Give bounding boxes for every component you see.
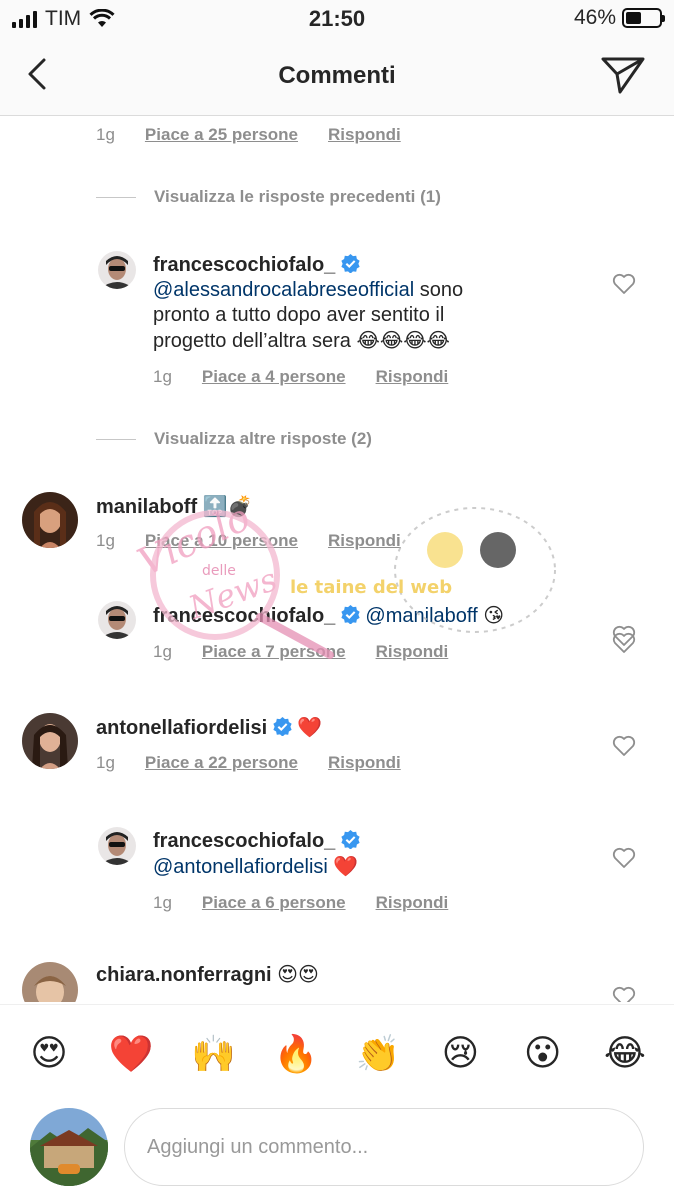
comments-list[interactable]: 1g Piace a 25 persone Rispondi Visualizz… [0,117,674,1002]
reply-button[interactable]: Rispondi [328,753,401,773]
current-user-avatar [30,1108,108,1186]
reaction-raising-hands-button[interactable]: 🙌 [191,1032,236,1076]
comment-body: francescochiofalo_ @antonellafiordelisi … [153,829,360,880]
comment-time: 1g [153,893,172,912]
comment-time: 1g [153,367,172,386]
emoji: ❤️ [297,715,323,739]
mention-link[interactable]: @antonellafiordelisi [153,856,328,878]
like-heart-icon[interactable] [612,986,636,1002]
navigation-header: Commenti [0,40,674,116]
comment-body: manilaboff 🔝💣 [96,494,253,520]
comment-body: francescochiofalo_ @alessandrocalabreseo… [153,253,543,354]
comment-time: 1g [96,531,115,550]
like-heart-icon[interactable] [612,735,636,757]
likes-link[interactable]: Piace a 10 persone [145,531,298,551]
divider-line [96,196,136,198]
emoji: 🔝💣 [202,494,253,518]
comment-meta: 1g Piace a 7 persone Rispondi [153,642,448,662]
comment-body: antonellafiordelisi ❤️ [96,715,322,741]
avatar[interactable] [22,962,78,1002]
username[interactable]: francescochiofalo_ [153,830,335,852]
avatar[interactable] [22,713,78,769]
reaction-surprised-face-button[interactable]: 😮 [521,1032,565,1076]
comment-body: chiara.nonferragni 😍😍 [96,962,319,988]
reaction-fire-button[interactable]: 🔥 [273,1032,318,1076]
username[interactable]: francescochiofalo_ [153,254,335,276]
comment-time: 1g [96,125,115,144]
clock: 21:50 [308,6,366,31]
mention-link[interactable]: @manilaboff [365,605,477,627]
view-previous-replies[interactable]: Visualizza le risposte precedenti (1) [96,187,441,207]
comment-text: sono [414,279,464,301]
view-more-replies[interactable]: Visualizza altre risposte (2) [96,429,372,449]
divider-line [96,438,136,440]
battery-icon [622,8,665,28]
username[interactable]: francescochiofalo_ [153,605,335,627]
reply-button[interactable]: Rispondi [376,642,449,662]
reply-button[interactable]: Rispondi [376,893,449,913]
comment-meta: 1g Piace a 4 persone Rispondi [153,367,448,387]
username[interactable]: manilaboff [96,496,197,518]
comment-meta: 1g Piace a 25 persone Rispondi [96,125,401,145]
avatar[interactable] [98,601,136,639]
verified-badge-icon [341,254,360,273]
like-heart-icon[interactable] [612,273,636,295]
battery-percent: 46% [573,6,616,29]
likes-link[interactable]: Piace a 4 persone [202,367,346,387]
likes-link[interactable]: Piace a 6 persone [202,893,346,913]
emoji: 😍😍 [277,962,319,986]
emoji-quick-reactions: 😍 ❤️ 🙌 🔥 👏 😢 😮 😂 [0,1004,674,1102]
reply-button[interactable]: Rispondi [328,531,401,551]
avatar[interactable] [22,492,78,548]
comment-meta: 1g Piace a 10 persone Rispondi [96,531,401,551]
emoji: 😘 [483,603,505,627]
status-bar: TIM 21:50 46% [0,0,674,40]
direct-send-icon[interactable] [600,54,646,96]
mention-link[interactable]: @alessandrocalabreseofficial [153,279,414,301]
reaction-heart-eyes-button[interactable]: 😍 [27,1032,71,1076]
reply-button[interactable]: Rispondi [376,367,449,387]
verified-badge-icon [273,717,292,736]
comment-body: francescochiofalo_ @manilaboff 😘 [153,603,504,629]
comment-time: 1g [153,642,172,661]
verified-badge-icon [341,605,360,624]
view-previous-replies-label[interactable]: Visualizza le risposte precedenti (1) [154,187,441,207]
likes-link[interactable]: Piace a 22 persone [145,753,298,773]
avatar[interactable] [98,251,136,289]
likes-link[interactable]: Piace a 25 persone [145,125,298,145]
reaction-crying-face-button[interactable]: 😢 [438,1032,482,1076]
comment-text: progetto dell’altra sera [153,330,351,352]
comment-composer [0,1102,674,1200]
comment-time: 1g [96,753,115,772]
comment-meta: 1g Piace a 6 persone Rispondi [153,893,448,913]
emoji: ❤️ [333,854,359,878]
view-more-replies-label[interactable]: Visualizza altre risposte (2) [154,429,372,449]
avatar[interactable] [98,827,136,865]
username[interactable]: antonellafiordelisi [96,717,267,739]
emoji: 😂😂😂😂 [356,328,450,352]
reaction-red-heart-button[interactable]: ❤️ [109,1032,154,1076]
battery-fill [626,12,641,24]
like-heart-icon[interactable] [612,847,636,869]
verified-badge-icon [341,830,360,849]
likes-link[interactable]: Piace a 7 persone [202,642,346,662]
status-right: 46% [573,6,665,30]
reaction-clapping-hands-button[interactable]: 👏 [356,1032,401,1076]
reply-button[interactable]: Rispondi [328,125,401,145]
reaction-tears-of-joy-button[interactable]: 😂 [603,1032,647,1076]
comment-input[interactable] [124,1108,644,1186]
page-title: Commenti [278,62,396,89]
comment-text: pronto a tutto dopo aver sentito il [153,304,445,326]
username[interactable]: chiara.nonferragni [96,964,272,986]
like-heart-icon[interactable] [612,625,636,647]
comment-meta: 1g Piace a 22 persone Rispondi [96,753,401,773]
